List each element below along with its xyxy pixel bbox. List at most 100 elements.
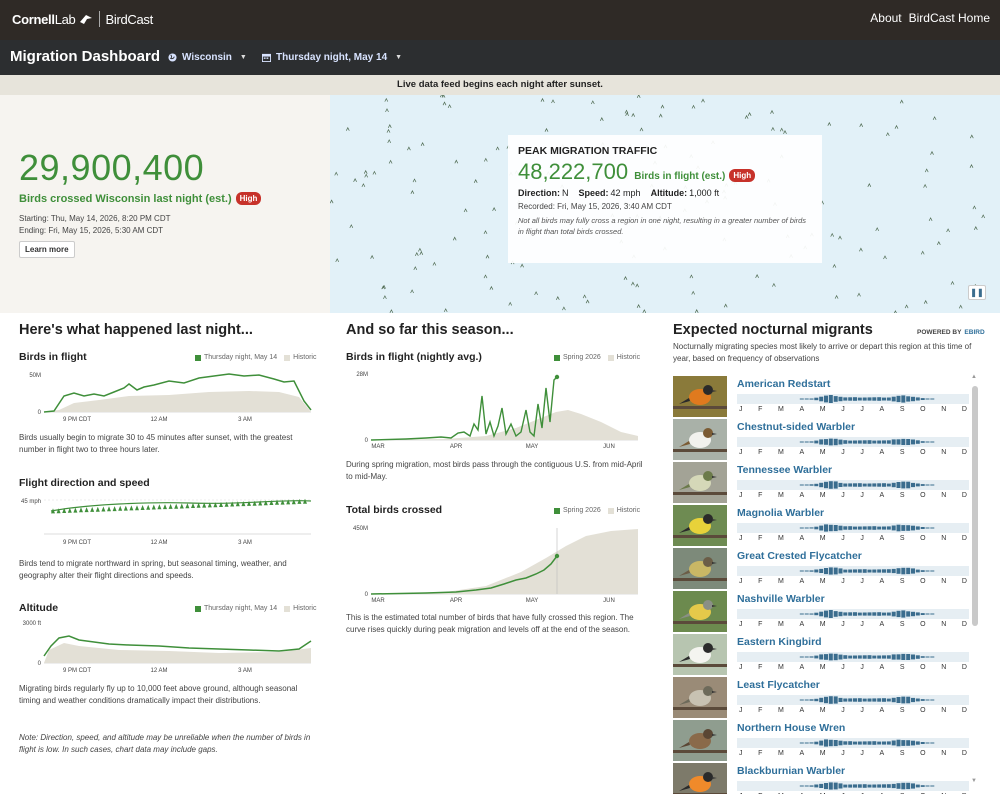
- occurrence-bar: [915, 397, 920, 401]
- species-photo[interactable]: [673, 505, 727, 546]
- species-name[interactable]: Magnolia Warbler: [737, 507, 824, 519]
- occurrence-bar: [906, 567, 911, 575]
- migration-map[interactable]: PEAK MIGRATION TRAFFIC 48,222,700 Birds …: [330, 95, 1000, 313]
- species-photo[interactable]: [673, 677, 727, 718]
- species-name[interactable]: Blackburnian Warbler: [737, 765, 845, 777]
- nav-about-link[interactable]: About: [870, 11, 901, 25]
- species-list-scrollbar[interactable]: ▲ ▼: [971, 374, 978, 788]
- occurrence-bar: [857, 483, 862, 487]
- species-photo[interactable]: [673, 720, 727, 761]
- powered-by-ebird[interactable]: POWERED BY EBIRD: [917, 329, 985, 336]
- species-row[interactable]: Blackburnian WarblerJFMAMJJASOND: [673, 762, 969, 794]
- occurrence-bar: [824, 439, 828, 445]
- pause-animation-button[interactable]: ❚❚: [968, 285, 986, 300]
- occurrence-bar: [843, 741, 848, 745]
- x-tick-9pm: 9 PM CDT: [63, 668, 91, 674]
- nav-birdcast-home-link[interactable]: BirdCast Home: [909, 11, 990, 25]
- season-flight-title: Birds in flight (nightly avg.): [346, 351, 482, 363]
- species-row[interactable]: Least Flycatcher J F M A M J J A S O N D: [673, 676, 969, 719]
- species-row[interactable]: Great Crested Flycatcher J F M A M J J A S O N D: [673, 547, 969, 590]
- species-photo[interactable]: [673, 462, 727, 503]
- month-label: S: [899, 535, 905, 542]
- legend-historic-label: Historic: [293, 605, 317, 612]
- species-name[interactable]: Nashville Warbler: [737, 593, 825, 605]
- flight-arrow: [946, 228, 950, 233]
- species-row[interactable]: Eastern Kingbird J F M A M J J A S O N D: [673, 633, 969, 676]
- region-selector[interactable]: Wisconsin ▼: [168, 52, 247, 63]
- month-label: A: [879, 406, 885, 413]
- date-selector[interactable]: Thursday night, May 14 ▼: [262, 52, 402, 63]
- species-photo[interactable]: [673, 763, 727, 794]
- learn-more-button[interactable]: Learn more: [19, 241, 75, 258]
- species-row[interactable]: Northern House Wren J F M A M J J A S O N D: [673, 719, 969, 762]
- occurrence-bar: [882, 569, 886, 573]
- species-name[interactable]: American Redstart: [737, 378, 830, 390]
- flight-arrow: [969, 164, 974, 168]
- total-crossed-legend: Spring 2026 Historic: [554, 507, 640, 514]
- direction-arrow: [118, 505, 123, 511]
- birds-in-flight-title: Birds in flight: [19, 351, 87, 363]
- peak-count: 48,222,700: [518, 159, 629, 184]
- occurrence-bar: [814, 569, 819, 573]
- live-feed-notice: Live data feed begins each night after s…: [0, 75, 1000, 95]
- month-label: F: [758, 449, 763, 456]
- species-name[interactable]: Northern House Wren: [737, 722, 845, 734]
- scroll-down-icon[interactable]: ▼: [971, 778, 977, 784]
- flight-arrow: [924, 168, 929, 173]
- occurrence-bar: [930, 785, 935, 787]
- occurrence-bar: [824, 524, 828, 532]
- occurrence-bar: [799, 785, 804, 787]
- month-label: J: [841, 621, 845, 628]
- species-row[interactable]: Chestnut-sided Warbler J F M A M J J A S O N D: [673, 418, 969, 461]
- flight-arrow: [585, 299, 590, 304]
- occurrence-bar: [911, 611, 915, 617]
- species-name[interactable]: Tennessee Warbler: [737, 464, 832, 476]
- species-photo[interactable]: [673, 634, 727, 675]
- occurrence-bar: [930, 742, 935, 744]
- species-photo[interactable]: [673, 548, 727, 589]
- species-photo[interactable]: [673, 376, 727, 417]
- legend-historic-label: Historic: [616, 507, 641, 514]
- month-label: J: [860, 750, 864, 757]
- species-row[interactable]: Magnolia Warbler J F M A M J J A S O N D: [673, 504, 969, 547]
- occurrence-bar: [925, 527, 930, 529]
- month-label: S: [899, 449, 905, 456]
- species-photo[interactable]: [673, 419, 727, 460]
- direction-arrow: [84, 507, 89, 513]
- speed-label: Speed:: [578, 188, 609, 198]
- species-name[interactable]: Great Crested Flycatcher: [737, 550, 862, 562]
- month-label: J: [860, 535, 864, 542]
- species-row[interactable]: Tennessee Warbler J F M A M J J A S O N D: [673, 461, 969, 504]
- occurrence-bar: [857, 612, 862, 616]
- species-list[interactable]: American Redstart J F M A M J J A S O N D Chestnut-si…: [673, 375, 969, 794]
- scroll-up-icon[interactable]: ▲: [971, 374, 977, 380]
- cornell-lab-birdcast-logo[interactable]: Cornell Lab BirdCast: [12, 11, 153, 27]
- occurrence-bar: [886, 612, 891, 616]
- species-row[interactable]: American Redstart J F M A M J J A S O N D: [673, 375, 969, 418]
- occurrence-bar: [911, 740, 915, 746]
- occurrence-bar: [862, 698, 867, 702]
- y-min-label: 0: [365, 592, 369, 598]
- species-row[interactable]: Nashville Warbler J F M A M J J A S O N D: [673, 590, 969, 633]
- occurrence-bar: [838, 697, 843, 702]
- legend-current-swatch: [195, 354, 201, 361]
- occurrence-bar: [906, 525, 911, 531]
- occurrence-bar: [848, 655, 853, 659]
- flight-arrow: [335, 258, 340, 263]
- altitude-value: 1,000 ft: [689, 188, 720, 198]
- species-name[interactable]: Chestnut-sided Warbler: [737, 421, 855, 433]
- month-label: D: [961, 707, 967, 714]
- flight-arrow: [958, 304, 963, 309]
- direction-arrow: [179, 503, 184, 509]
- species-name[interactable]: Eastern Kingbird: [737, 636, 822, 648]
- y-max-label: 28M: [356, 372, 368, 378]
- occurrence-bar: [891, 525, 896, 531]
- scrollbar-thumb[interactable]: [972, 386, 978, 626]
- month-label: J: [841, 492, 845, 499]
- species-photo[interactable]: [673, 591, 727, 632]
- flight-arrow: [383, 295, 387, 300]
- flight-arrow: [894, 124, 899, 129]
- occurrence-bar: [891, 482, 896, 488]
- occurrence-bar: [833, 481, 838, 489]
- species-name[interactable]: Least Flycatcher: [737, 679, 820, 691]
